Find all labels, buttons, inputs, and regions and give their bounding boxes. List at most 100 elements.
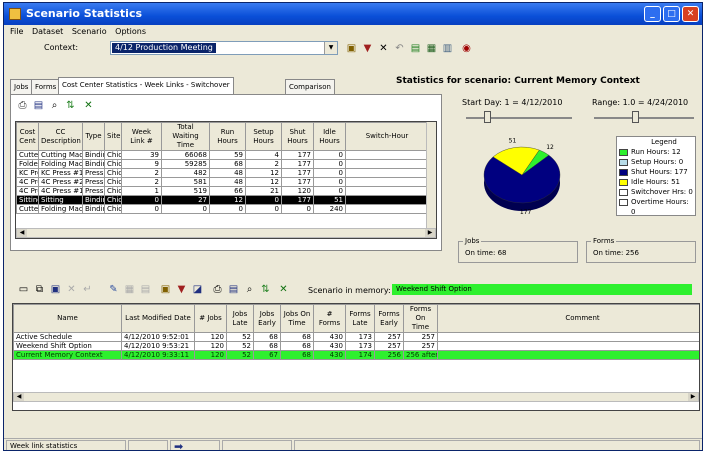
- column-header[interactable]: Cost Cent: [16, 122, 39, 151]
- legend-item: Run Hours: 12: [617, 147, 695, 157]
- delete-icon[interactable]: ✕: [376, 42, 391, 56]
- graph-icon[interactable]: ◪: [190, 283, 205, 297]
- column-header[interactable]: Total Waiting Time: [161, 122, 210, 151]
- store-icon[interactable]: ▼: [174, 283, 189, 297]
- start-day-slider[interactable]: [466, 111, 572, 125]
- legend-item: Idle Hours: 51: [617, 177, 695, 187]
- column-header[interactable]: Idle Hours: [313, 122, 346, 151]
- column-header[interactable]: Forms On Time: [403, 304, 438, 333]
- column-header[interactable]: Setup Hours: [245, 122, 282, 151]
- column-header[interactable]: Last Modified Date: [121, 304, 195, 333]
- tab-cost-center[interactable]: Cost Center Statistics - Week Links - Sw…: [58, 77, 234, 94]
- slider-track: [594, 117, 694, 119]
- context-select[interactable]: 4/12 Production Meeting ▼: [110, 41, 338, 55]
- cost-center-row[interactable]: FolderFolding MachineBindinChic959285682…: [16, 159, 429, 169]
- scenario-row[interactable]: Weekend Shift Option 4/12/2010 9:53:21 120…: [13, 341, 699, 351]
- table-cell: 256 after overtime: [403, 350, 438, 360]
- refresh-icon[interactable]: ◉: [459, 42, 474, 56]
- tab-forms[interactable]: Forms: [31, 79, 61, 94]
- column-header[interactable]: CC Description: [38, 122, 83, 151]
- table2-icon[interactable]: ▤: [226, 283, 241, 297]
- column-header[interactable]: Forms Late: [345, 304, 375, 333]
- cost-center-row[interactable]: SittingSittingBindinChic02712017751: [16, 195, 429, 205]
- new-icon[interactable]: ▭: [16, 283, 31, 297]
- column-header[interactable]: Comment: [437, 304, 699, 333]
- close-button[interactable]: ✕: [682, 6, 699, 22]
- horizontal-scrollbar[interactable]: ◀ ▶: [16, 228, 436, 238]
- table-cell: 430: [313, 332, 346, 342]
- column-header[interactable]: # Forms: [313, 304, 346, 333]
- column-header[interactable]: Site: [104, 122, 122, 151]
- find-icon[interactable]: ⌕: [47, 99, 62, 113]
- chart-icon[interactable]: ▥: [440, 42, 455, 56]
- scenario-horizontal-scrollbar[interactable]: ◀ ▶: [13, 392, 699, 402]
- scenario-row[interactable]: Current Memory Context 4/12/2010 9:33:11 1…: [13, 350, 699, 360]
- range-slider[interactable]: [594, 111, 694, 125]
- cost-center-grid[interactable]: Cost Cent CC Description Type Site Week Link…: [15, 121, 437, 239]
- print2-icon[interactable]: ⎙: [210, 283, 225, 297]
- slider-thumb[interactable]: [484, 111, 491, 123]
- undo-icon[interactable]: ↶: [392, 42, 407, 56]
- find2-icon[interactable]: ⌕: [242, 283, 257, 297]
- table-cell: 66068: [161, 150, 210, 160]
- grid-icon[interactable]: ▦: [424, 42, 439, 56]
- column-header[interactable]: Shut Hours: [281, 122, 314, 151]
- sort-icon[interactable]: ⇅: [63, 99, 78, 113]
- scenario-row[interactable]: Active Schedule 4/12/2010 9:52:01 120 52 68 6…: [13, 332, 699, 342]
- print-icon[interactable]: ⎙: [15, 99, 30, 113]
- column-header[interactable]: Jobs On Time: [280, 304, 314, 333]
- maximize-button[interactable]: □: [663, 6, 680, 22]
- grid-disabled-icon[interactable]: ▦: [122, 283, 137, 297]
- menu-dataset[interactable]: Dataset: [32, 27, 63, 36]
- save-scenario-icon[interactable]: ▼: [360, 42, 375, 56]
- tab-jobs[interactable]: Jobs: [10, 79, 33, 94]
- column-header[interactable]: Name: [13, 304, 122, 333]
- column-header[interactable]: Run Hours: [209, 122, 246, 151]
- edit-icon[interactable]: ✎: [106, 283, 121, 297]
- vertical-scrollbar[interactable]: [426, 122, 436, 228]
- sort2-icon[interactable]: ⇅: [258, 283, 273, 297]
- compare-icon[interactable]: ▤: [408, 42, 423, 56]
- table-cell: 173: [345, 332, 375, 342]
- open-icon[interactable]: ▣: [344, 42, 359, 56]
- delete-scenario-icon[interactable]: ✕: [64, 283, 79, 297]
- cost-center-row[interactable]: KC PreKC Press #1PressChic248248121770: [16, 168, 429, 178]
- legend-item: Shut Hours: 177: [617, 167, 695, 177]
- menu-options[interactable]: Options: [115, 27, 146, 36]
- scroll-right-icon[interactable]: ▶: [688, 393, 698, 401]
- scenario-grid[interactable]: Name Last Modified Date # Jobs Jobs Late Job…: [12, 303, 700, 411]
- forms-group-title: Forms: [591, 237, 617, 245]
- scroll-left-icon[interactable]: ◀: [17, 229, 27, 237]
- cost-center-row[interactable]: CutterCutting MachineBindinChic396606859…: [16, 150, 429, 160]
- cost-center-row[interactable]: 4C Pre4C Press #2PressChic258148121770: [16, 177, 429, 187]
- load-icon[interactable]: ▣: [158, 283, 173, 297]
- column-header[interactable]: Forms Early: [374, 304, 404, 333]
- save-icon[interactable]: ▣: [48, 283, 63, 297]
- cost-center-panel: ⎙ ▤ ⌕ ⇅ ✕ Cost Cent CC Description Type Sit…: [10, 94, 442, 251]
- column-header[interactable]: Jobs Late: [226, 304, 254, 333]
- cost-center-row[interactable]: CutterFolding MachineBindinChic00000240: [16, 204, 429, 214]
- copy-icon[interactable]: ⧉: [32, 283, 47, 297]
- table-cell: 59: [209, 150, 246, 160]
- minimize-button[interactable]: _: [644, 6, 661, 22]
- pie-slice-label: 12: [546, 144, 554, 151]
- column-header[interactable]: Jobs Early: [253, 304, 281, 333]
- slider-thumb[interactable]: [632, 111, 639, 123]
- column-header[interactable]: Switch-Hour: [345, 122, 429, 151]
- excel-icon[interactable]: ✕: [81, 99, 96, 113]
- tab-comparison[interactable]: Comparison: [285, 79, 335, 94]
- column-header[interactable]: Type: [82, 122, 105, 151]
- menu-file[interactable]: File: [10, 27, 23, 36]
- column-header[interactable]: Week Link #: [121, 122, 162, 151]
- disabled-icon[interactable]: ↵: [80, 283, 95, 297]
- table-icon[interactable]: ▤: [31, 99, 46, 113]
- scroll-right-icon[interactable]: ▶: [425, 229, 435, 237]
- scroll-left-icon[interactable]: ◀: [14, 393, 24, 401]
- excel2-icon[interactable]: ✕: [276, 283, 291, 297]
- table-cell: [345, 168, 429, 178]
- cost-center-row[interactable]: 4C Pre4C Press #1PressChic151966211200: [16, 186, 429, 196]
- menu-scenario[interactable]: Scenario: [72, 27, 107, 36]
- column-header[interactable]: # Jobs: [194, 304, 227, 333]
- calc-icon[interactable]: ▤: [138, 283, 153, 297]
- table-cell: Chic: [104, 195, 122, 205]
